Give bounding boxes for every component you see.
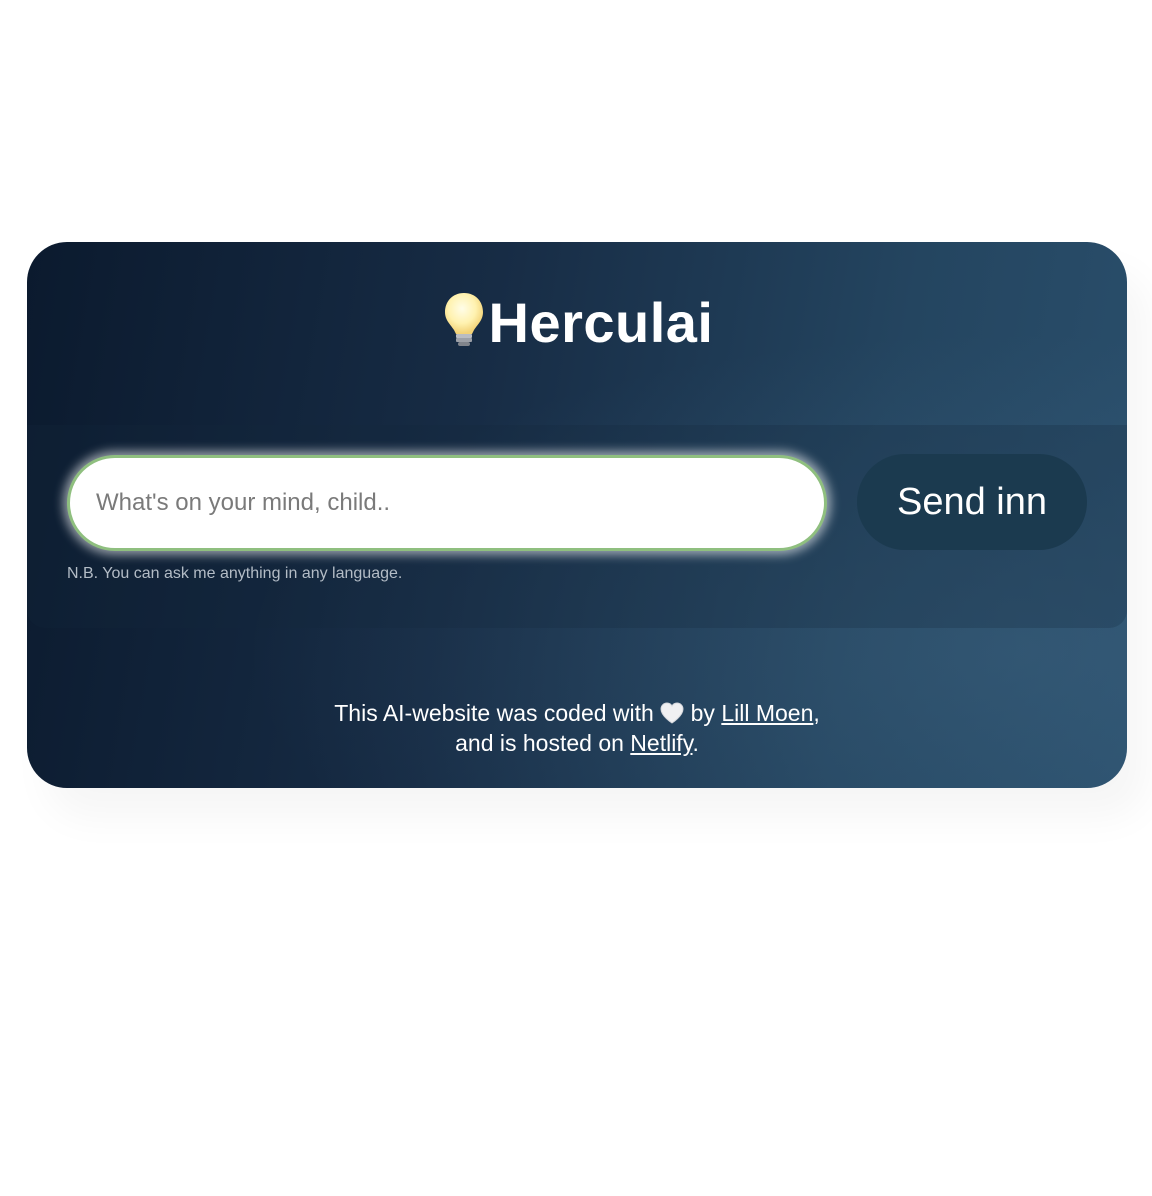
main-card: Herculai Send inn N.B. You can ask me an… [27, 242, 1127, 788]
netlify-link[interactable]: Netlify [630, 730, 692, 756]
footer-comma: , [813, 700, 820, 726]
hint-text: N.B. You can ask me anything in any lang… [67, 565, 403, 582]
footer: This AI-website was coded with by Lill M… [27, 698, 1127, 758]
heart-icon [660, 701, 684, 724]
page-title: Herculai [27, 290, 1127, 355]
app-title: Herculai [488, 291, 714, 354]
footer-period: . [692, 730, 699, 756]
footer-text: This AI-website was coded with [334, 700, 654, 726]
send-button[interactable]: Send inn [857, 454, 1087, 550]
footer-line-2: and is hosted on Netlify. [27, 728, 1127, 758]
footer-by: by [690, 700, 715, 726]
input-panel: Send inn N.B. You can ask me anything in… [27, 425, 1127, 628]
author-link[interactable]: Lill Moen [721, 700, 813, 726]
search-input[interactable] [67, 455, 827, 551]
footer-line-1: This AI-website was coded with by Lill M… [27, 698, 1127, 728]
lightbulb-icon [441, 290, 487, 348]
footer-hosted-text: and is hosted on [455, 730, 624, 756]
